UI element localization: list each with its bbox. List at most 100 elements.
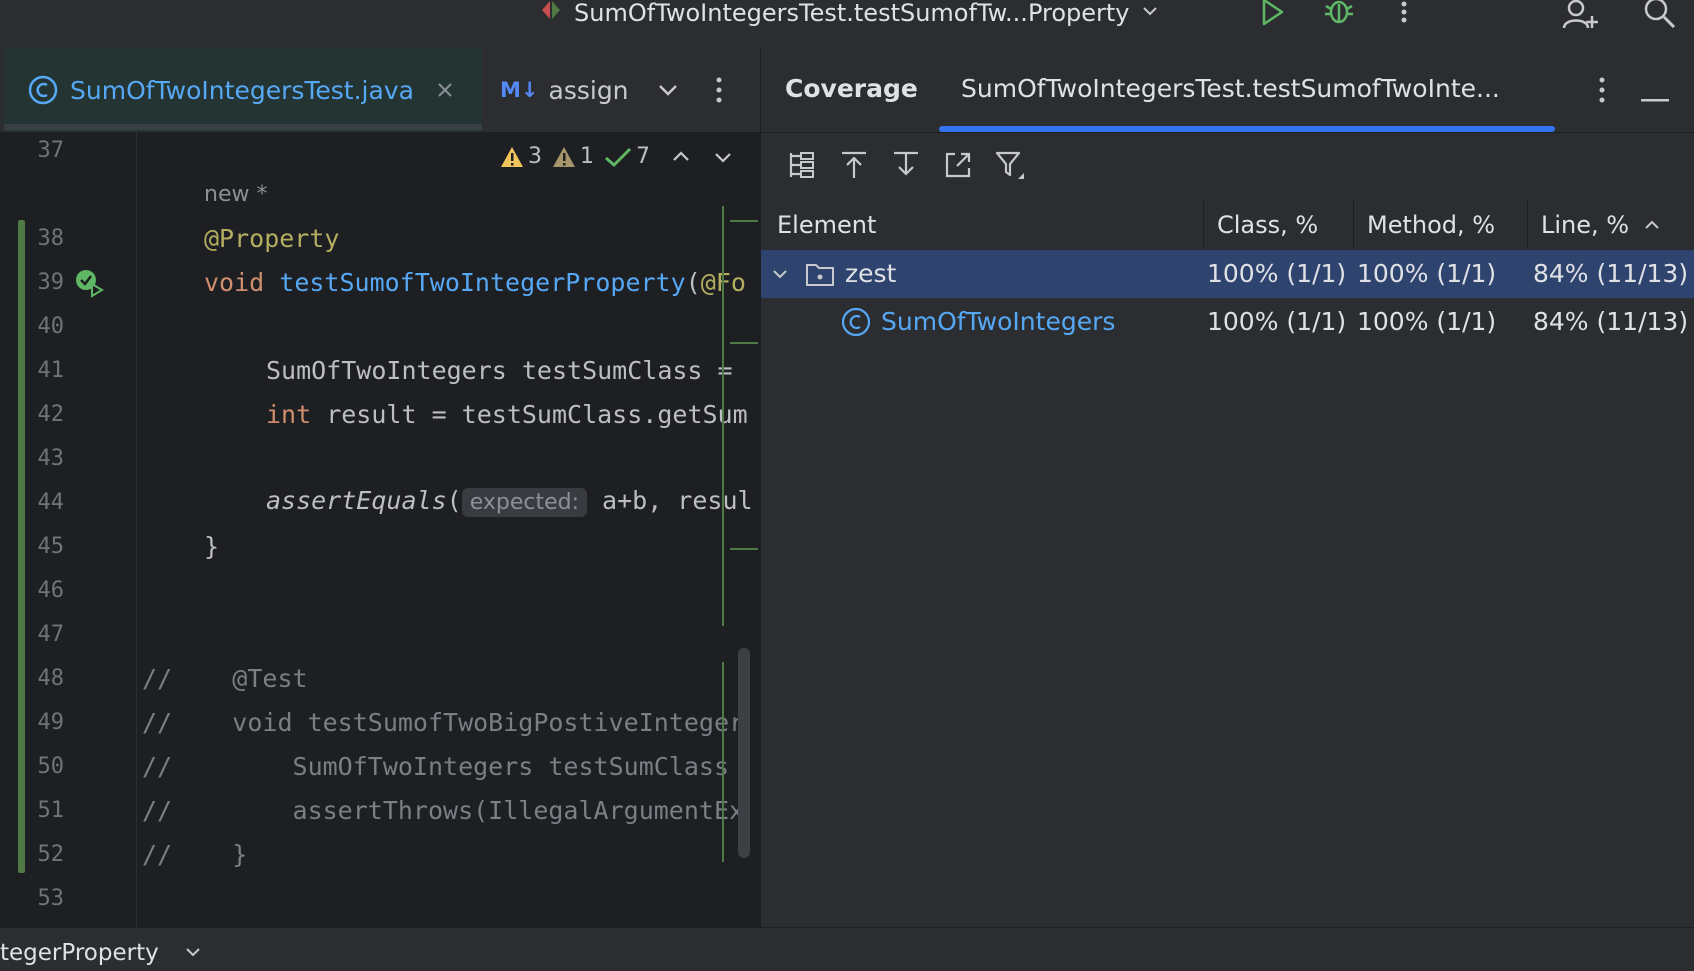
class-icon xyxy=(28,75,58,105)
code-line-51: // assertThrows(IllegalArgumentEx xyxy=(142,796,745,825)
coverage-table: Element Class, % Method, % Line, % zest … xyxy=(761,200,1694,346)
coverage-toolbar xyxy=(785,148,1027,182)
active-tab-underline xyxy=(939,126,1555,132)
line-number: 50 xyxy=(37,754,65,779)
line-number: 49 xyxy=(37,710,65,735)
column-divider[interactable] xyxy=(1527,200,1528,248)
line-coverage: 84% (11/13) xyxy=(1533,259,1689,288)
sort-ascending-icon xyxy=(1643,216,1661,234)
code-line-48: // @Test xyxy=(142,664,308,693)
line-number: 37 xyxy=(37,138,65,163)
tab-label: SumOfTwoIntegersTest.java xyxy=(70,75,414,105)
markdown-icon: M↓ xyxy=(500,78,539,102)
coverage-marker xyxy=(722,206,724,626)
method-coverage: 100% (1/1) xyxy=(1357,259,1497,288)
chevron-down-icon[interactable] xyxy=(656,78,680,106)
filter-icon[interactable] xyxy=(993,148,1027,182)
line-coverage: 84% (11/13) xyxy=(1533,307,1689,336)
element-name: SumOfTwoIntegers xyxy=(881,307,1116,336)
line-number: 46 xyxy=(37,578,65,603)
more-actions-icon[interactable] xyxy=(712,76,726,108)
code-line-38: @Property xyxy=(204,224,340,253)
run-button[interactable] xyxy=(1258,0,1286,30)
column-header-element[interactable]: Element xyxy=(777,200,876,250)
test-config-icon xyxy=(538,0,564,29)
column-header-class[interactable]: Class, % xyxy=(1217,200,1318,250)
add-user-icon[interactable] xyxy=(1562,0,1600,34)
navigate-up-icon[interactable] xyxy=(837,148,871,182)
line-number: 38 xyxy=(37,226,65,251)
line-number: 45 xyxy=(37,534,65,559)
coverage-header: Coverage SumOfTwoIntegersTest.testSumofT… xyxy=(761,48,1694,133)
editor-tab-bar: SumOfTwoIntegersTest.java M↓ assign xyxy=(0,48,760,133)
ok-count[interactable]: 7 xyxy=(604,144,650,169)
coverage-panel: Coverage SumOfTwoIntegersTest.testSumofT… xyxy=(760,48,1694,927)
class-icon xyxy=(841,307,871,337)
column-header-method[interactable]: Method, % xyxy=(1367,200,1495,250)
method-coverage: 100% (1/1) xyxy=(1357,307,1497,336)
tab-assign[interactable]: M↓ assign xyxy=(500,48,629,132)
code-line-52: // } xyxy=(142,840,248,869)
line-number: 39 xyxy=(37,270,65,295)
editor-scrollbar[interactable] xyxy=(738,648,750,858)
line-number: 41 xyxy=(37,358,65,383)
run-configuration-label: SumOfTwoIntegersTest.testSumofTw...Prope… xyxy=(574,0,1130,27)
line-number: 52 xyxy=(37,842,65,867)
package-folder-icon xyxy=(805,261,835,287)
navigate-down-icon[interactable] xyxy=(889,148,923,182)
coverage-marker xyxy=(730,548,758,550)
weak-warnings-count[interactable]: 1 xyxy=(552,144,594,169)
minimize-icon[interactable] xyxy=(1641,88,1669,107)
code-editor[interactable]: 37 38 39 40 41 42 43 44 45 46 47 48 49 5… xyxy=(0,132,760,927)
chevron-down-icon[interactable] xyxy=(771,265,789,283)
code-line-39: void testSumofTwoIntegerProperty(@Fo xyxy=(204,268,746,297)
warnings-count[interactable]: 3 xyxy=(500,144,542,169)
search-icon[interactable] xyxy=(1642,0,1678,32)
coverage-marker xyxy=(730,220,758,222)
chevron-down-icon xyxy=(1140,0,1160,27)
flatten-packages-icon[interactable] xyxy=(785,148,819,182)
element-name: zest xyxy=(845,259,897,288)
close-icon[interactable] xyxy=(436,81,454,99)
run-configuration-selector[interactable]: SumOfTwoIntegersTest.testSumofTw...Prope… xyxy=(538,0,1160,29)
inspection-widget[interactable]: 3 1 7 xyxy=(500,144,734,169)
line-number: 48 xyxy=(37,666,65,691)
chevron-down-icon xyxy=(184,940,202,966)
line-number: 42 xyxy=(37,402,65,427)
table-row[interactable]: SumOfTwoIntegers 100% (1/1) 100% (1/1) 8… xyxy=(761,298,1694,346)
coverage-marker xyxy=(730,342,758,344)
line-number: 47 xyxy=(37,622,65,647)
table-row[interactable]: zest 100% (1/1) 100% (1/1) 84% (11/13) xyxy=(761,250,1694,298)
column-divider[interactable] xyxy=(1353,200,1354,248)
more-actions-icon[interactable] xyxy=(1595,76,1609,108)
debug-button[interactable] xyxy=(1322,0,1356,30)
line-number: 40 xyxy=(37,314,65,339)
line-number: 53 xyxy=(37,886,65,911)
parameter-hint: expected: xyxy=(461,488,587,517)
table-header: Element Class, % Method, % Line, % xyxy=(761,200,1694,250)
column-header-line[interactable]: Line, % xyxy=(1541,200,1661,250)
more-actions-icon[interactable] xyxy=(1398,0,1410,30)
title-bar: SumOfTwoIntegersTest.testSumofTw...Prope… xyxy=(0,0,1694,49)
line-number: 51 xyxy=(37,798,65,823)
active-tab-underline xyxy=(4,124,482,130)
coverage-marker xyxy=(722,662,724,862)
chevron-down-icon[interactable] xyxy=(712,146,734,168)
status-run-configuration[interactable]: tegerProperty xyxy=(0,940,202,966)
tab-label: assign xyxy=(548,75,629,105)
code-line-45: } xyxy=(204,532,220,561)
gutter-divider xyxy=(136,132,137,927)
tab-coverage-suite[interactable]: SumOfTwoIntegersTest.testSumofTwoInte... xyxy=(961,74,1500,103)
class-coverage: 100% (1/1) xyxy=(1207,307,1347,336)
chevron-up-icon[interactable] xyxy=(670,146,692,168)
panel-title: Coverage xyxy=(785,74,918,103)
run-test-gutter-icon[interactable] xyxy=(74,268,106,304)
export-icon[interactable] xyxy=(941,148,975,182)
column-divider[interactable] xyxy=(1203,200,1204,248)
tab-sum-of-two-integers-test[interactable]: SumOfTwoIntegersTest.java xyxy=(4,48,482,132)
code-line-44: assertEquals(expected: a+b, resul xyxy=(266,486,753,517)
class-coverage: 100% (1/1) xyxy=(1207,259,1347,288)
line-number: 44 xyxy=(37,490,65,515)
code-line-50: // SumOfTwoIntegers testSumClass xyxy=(142,752,729,781)
line-number: 43 xyxy=(37,446,65,471)
